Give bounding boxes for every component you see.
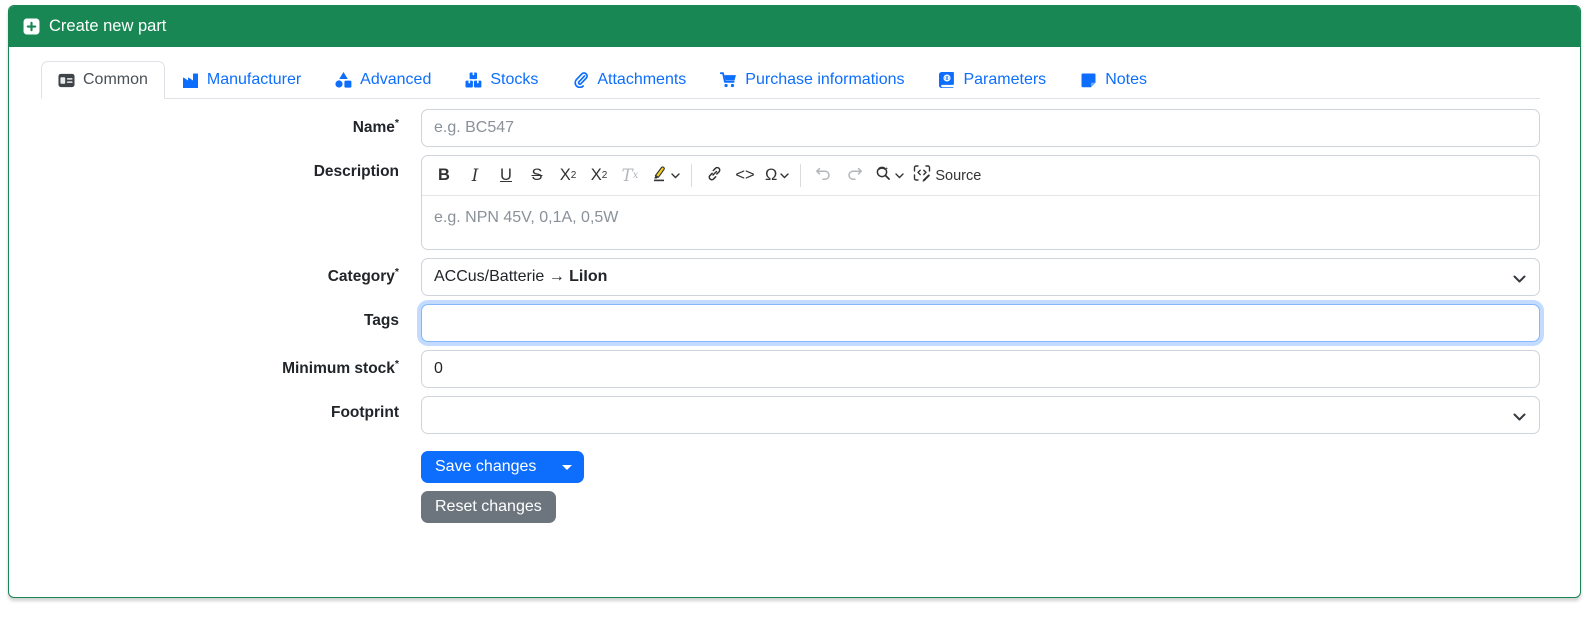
remove-format-button[interactable]: Tx — [615, 161, 645, 191]
footprint-row: Footprint — [41, 396, 1540, 434]
name-label: Name* — [352, 117, 399, 137]
reset-button[interactable]: Reset changes — [421, 491, 556, 523]
minimum-stock-input[interactable] — [421, 350, 1540, 388]
description-label: Description — [313, 163, 399, 180]
chevron-down-icon — [780, 172, 790, 179]
panel-body: Common Manufacturer Advanced Stocks Atta… — [9, 47, 1580, 563]
book-icon — [938, 72, 955, 89]
superscript-button[interactable]: X2 — [584, 161, 614, 191]
editor-toolbar: B I U S X2 X2 Tx <> Ω Source — [422, 156, 1539, 196]
tags-input[interactable] — [421, 304, 1540, 342]
toolbar-separator — [691, 164, 692, 187]
source-button[interactable]: Source — [909, 161, 985, 191]
sticky-note-icon — [1080, 72, 1097, 89]
buttons-row: Save changes Reset changes — [41, 442, 1540, 523]
tab-stocks[interactable]: Stocks — [448, 61, 555, 99]
redo-button[interactable] — [839, 161, 869, 191]
tags-row: Tags — [41, 304, 1540, 342]
bold-button[interactable]: B — [429, 161, 459, 191]
create-part-panel: Create new part Common Manufacturer Adva… — [8, 5, 1581, 598]
save-button-group: Save changes — [421, 451, 585, 483]
undo-button[interactable] — [808, 161, 838, 191]
highlight-button[interactable] — [646, 161, 684, 191]
footprint-select[interactable] — [421, 396, 1540, 434]
required-marker: * — [394, 358, 399, 370]
tab-advanced[interactable]: Advanced — [318, 61, 448, 99]
find-replace-button[interactable] — [870, 161, 908, 191]
description-row: Description B I U S X2 X2 Tx <> Ω Source… — [41, 155, 1540, 250]
tab-manufacturer[interactable]: Manufacturer — [165, 61, 318, 99]
link-button[interactable] — [699, 161, 729, 191]
chevron-down-icon — [895, 172, 905, 179]
code-button[interactable]: <> — [730, 161, 760, 191]
strikethrough-button[interactable]: S — [522, 161, 552, 191]
footprint-label: Footprint — [330, 404, 399, 421]
panel-header: Create new part — [9, 6, 1580, 47]
chevron-down-icon — [671, 172, 680, 179]
underline-button[interactable]: U — [491, 161, 521, 191]
redo-icon — [846, 166, 863, 185]
required-marker: * — [394, 117, 399, 129]
tab-parameters[interactable]: Parameters — [921, 61, 1063, 99]
description-editor-area[interactable]: e.g. NPN 45V, 0,1A, 0,5W — [422, 196, 1539, 249]
chevron-down-icon — [1513, 271, 1526, 289]
description-rich-editor: B I U S X2 X2 Tx <> Ω Source e.g. NPN 45… — [421, 155, 1540, 250]
source-icon — [913, 164, 931, 187]
id-card-icon — [58, 72, 75, 89]
panel-title: Create new part — [49, 17, 167, 35]
category-select[interactable]: ACCus/Batterie → LiIon — [421, 258, 1540, 296]
tab-common[interactable]: Common — [41, 61, 165, 99]
save-button[interactable]: Save changes — [421, 451, 551, 483]
minimum-stock-label: Minimum stock* — [282, 358, 399, 378]
undo-icon — [815, 166, 832, 185]
tab-purchase-informations[interactable]: Purchase informations — [703, 61, 921, 99]
tags-label: Tags — [363, 312, 399, 329]
minimum-stock-row: Minimum stock* — [41, 350, 1540, 388]
factory-icon — [182, 72, 199, 89]
category-row: Category* ACCus/Batterie → LiIon — [41, 258, 1540, 296]
subscript-button[interactable]: X2 — [553, 161, 583, 191]
italic-button[interactable]: I — [460, 161, 490, 191]
name-row: Name* — [41, 109, 1540, 147]
paperclip-icon — [572, 72, 589, 89]
create-part-form: Name* Description B I U S X2 X2 Tx — [41, 109, 1540, 523]
tab-notes[interactable]: Notes — [1063, 61, 1164, 99]
square-plus-icon — [23, 18, 40, 35]
special-characters-button[interactable]: Ω — [761, 161, 793, 191]
highlight-icon — [650, 164, 668, 187]
shopping-cart-icon — [720, 72, 737, 89]
toolbar-separator — [800, 164, 802, 187]
save-dropdown-toggle[interactable] — [550, 451, 585, 483]
required-marker: * — [394, 266, 399, 278]
shapes-icon — [335, 72, 352, 89]
tab-bar: Common Manufacturer Advanced Stocks Atta… — [41, 61, 1540, 99]
link-icon — [706, 165, 723, 187]
chevron-down-icon — [1513, 409, 1526, 427]
caret-down-icon — [562, 464, 573, 470]
category-label: Category* — [327, 266, 399, 286]
tab-attachments[interactable]: Attachments — [555, 61, 703, 99]
boxes-stacked-icon — [465, 72, 482, 89]
name-input[interactable] — [421, 109, 1540, 147]
find-replace-icon — [874, 165, 892, 187]
